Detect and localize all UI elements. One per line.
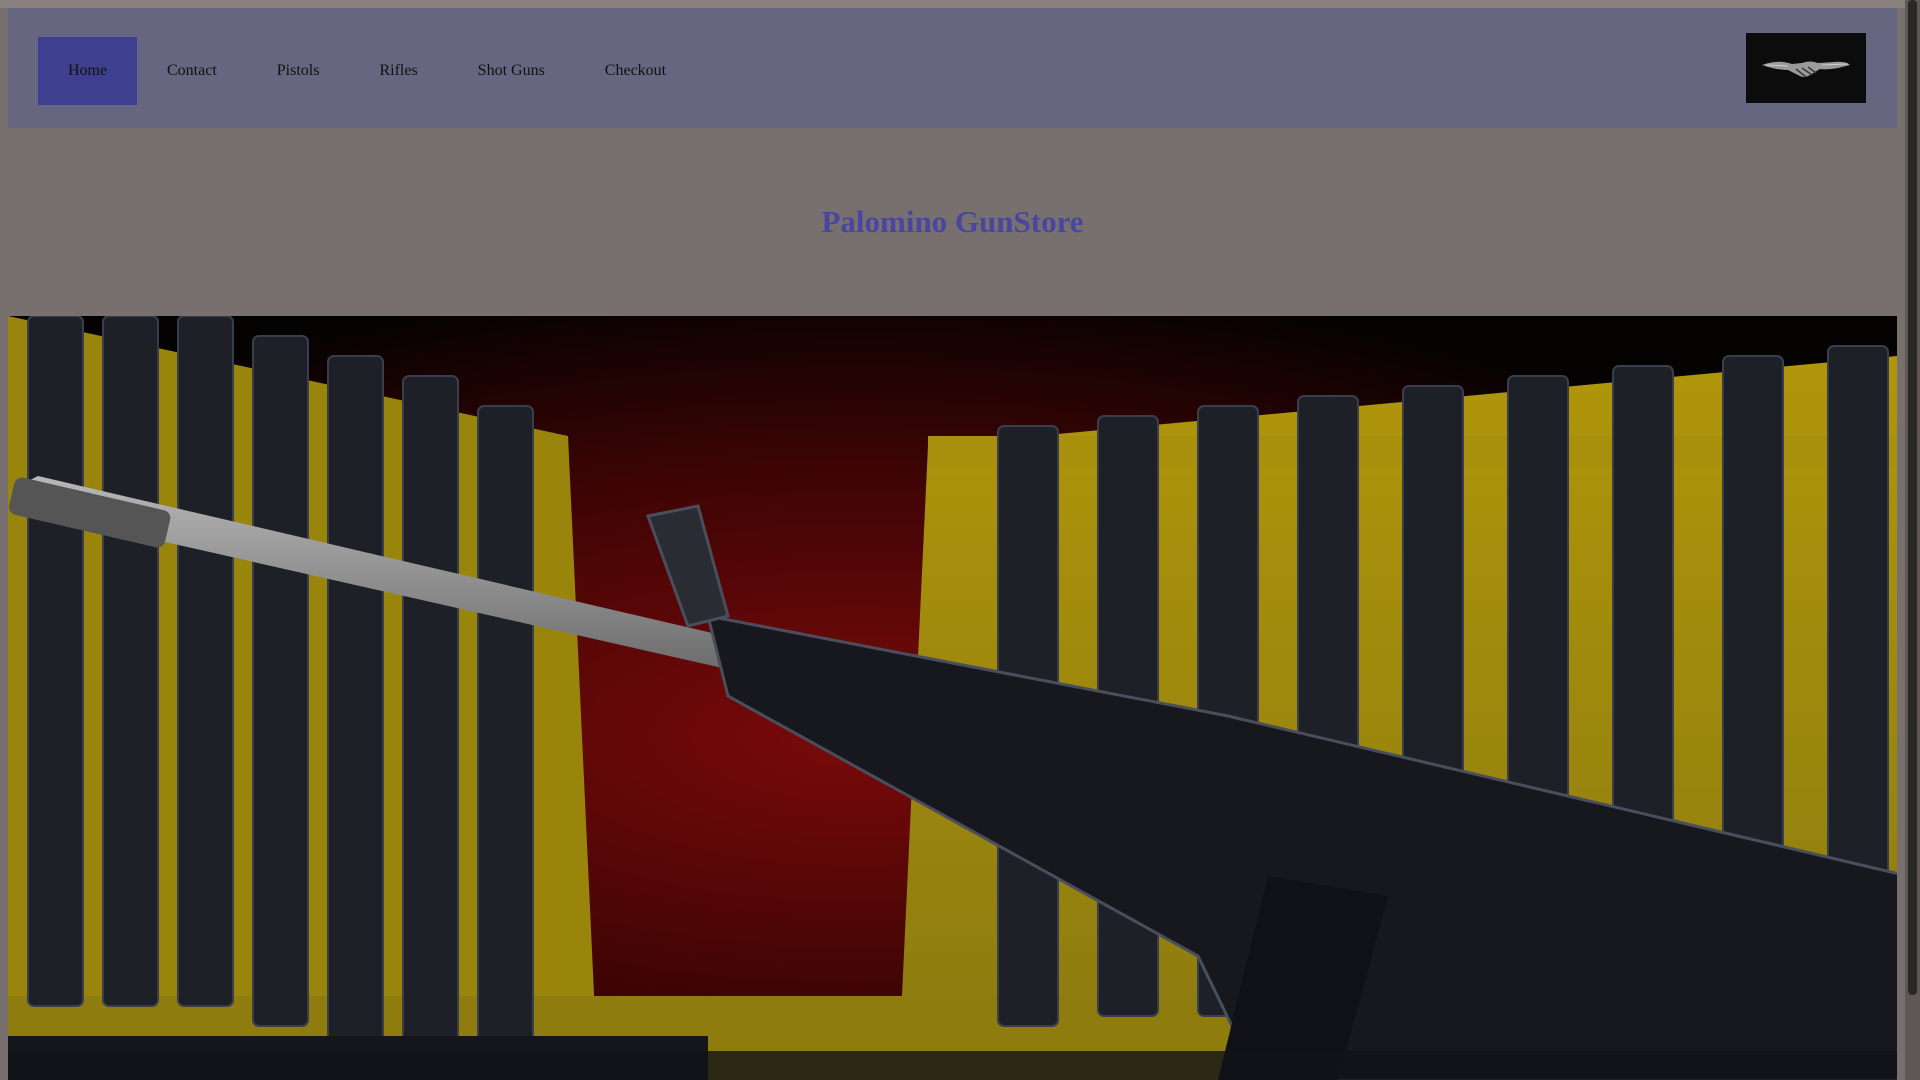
nav-item-contact[interactable]: Contact — [137, 37, 247, 105]
nav-item-checkout[interactable]: Checkout — [575, 37, 696, 105]
page-title: Palomino GunStore — [821, 204, 1084, 239]
hero-image — [8, 316, 1897, 1080]
nav-menu: Home Contact Pistols Rifles Shot Guns Ch… — [38, 33, 696, 109]
logo[interactable] — [1746, 33, 1866, 103]
nav-item-home[interactable]: Home — [38, 37, 137, 105]
nav-item-pistols[interactable]: Pistols — [247, 37, 350, 105]
top-strip — [0, 0, 1920, 8]
nav-item-shot-guns[interactable]: Shot Guns — [448, 37, 575, 105]
vertical-scrollbar[interactable] — [1905, 0, 1920, 1080]
navbar: Home Contact Pistols Rifles Shot Guns Ch… — [8, 8, 1897, 128]
nav-item-rifles[interactable]: Rifles — [349, 37, 447, 105]
title-area: Palomino GunStore — [8, 128, 1897, 316]
handshake-icon — [1762, 61, 1850, 78]
scrollbar-thumb[interactable] — [1908, 0, 1917, 995]
rifle-rack-illustration — [8, 316, 1897, 1080]
